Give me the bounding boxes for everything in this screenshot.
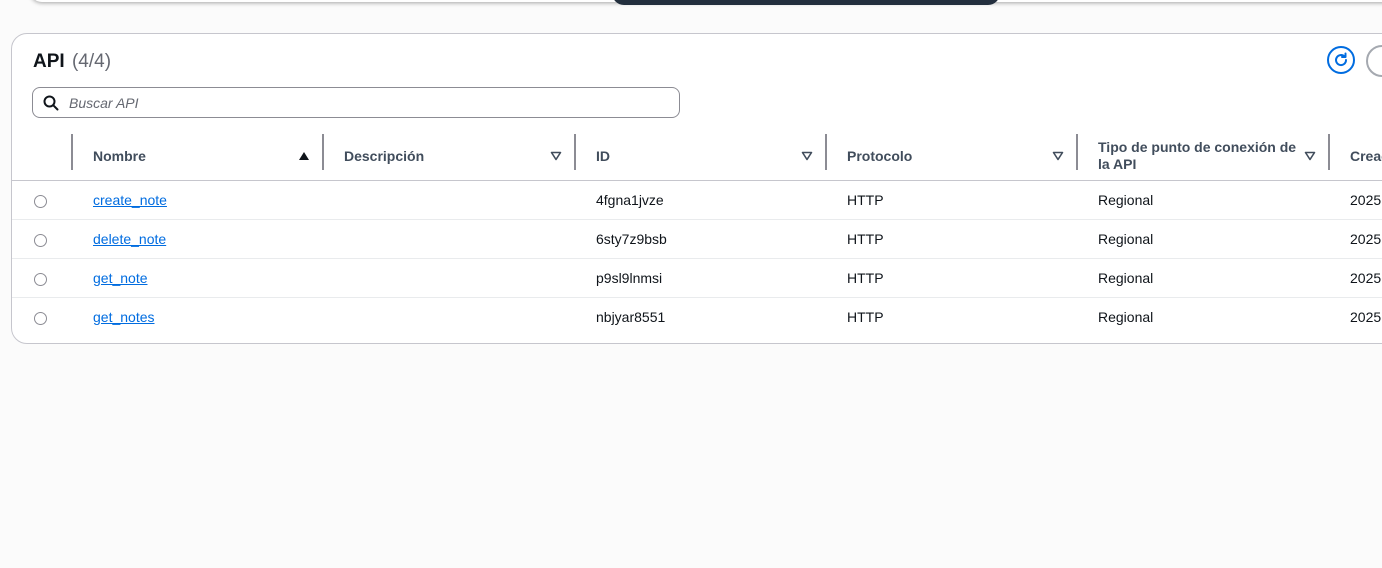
cell-endpoint-type: Regional xyxy=(1078,219,1330,259)
sort-ascending-icon xyxy=(298,151,310,161)
search-input[interactable] xyxy=(69,94,649,111)
cell-description xyxy=(324,219,576,259)
column-header-label: Protocolo xyxy=(847,147,913,164)
table-row[interactable]: create_note 4fgna1jvze HTTP Regional 202… xyxy=(12,180,1382,220)
cell-protocol: HTTP xyxy=(827,180,1078,220)
row-radio[interactable] xyxy=(34,194,47,208)
api-link[interactable]: get_note xyxy=(93,270,148,286)
cell-created: 2025 xyxy=(1330,180,1382,220)
column-header-tipo-punto-conexion[interactable]: Tipo de punto de conexión de la API xyxy=(1078,132,1330,181)
cell-endpoint-type: Regional xyxy=(1098,309,1154,325)
cell-id: 4fgna1jvze xyxy=(576,180,827,220)
sort-icon xyxy=(1052,151,1064,161)
table-row[interactable]: delete_note 6sty7z9bsb HTTP Regional 202… xyxy=(12,219,1382,259)
cell-description xyxy=(324,258,576,298)
sort-icon xyxy=(1304,151,1316,161)
search-icon xyxy=(33,95,69,111)
cell-description xyxy=(324,298,576,337)
row-radio[interactable] xyxy=(34,233,47,247)
action-button[interactable] xyxy=(1366,45,1382,77)
table-row[interactable]: get_note p9sl9lnmsi HTTP Regional 2025 xyxy=(12,258,1382,298)
refresh-button[interactable] xyxy=(1327,46,1355,74)
api-link[interactable]: delete_note xyxy=(93,231,166,247)
sort-icon xyxy=(550,151,562,161)
page-title: API (4/4) xyxy=(33,51,111,73)
cell-description xyxy=(324,180,576,220)
api-table: Nombre Descripción ID Protocolo Tipo de … xyxy=(12,132,1382,336)
api-link[interactable]: create_note xyxy=(93,192,167,208)
api-count: (4/4) xyxy=(71,51,112,72)
column-header-nombre[interactable]: Nombre xyxy=(73,132,324,181)
cell-protocol: HTTP xyxy=(847,309,884,325)
table-header-row: Nombre Descripción ID Protocolo Tipo de … xyxy=(12,132,1382,181)
cell-name: get_note xyxy=(73,258,324,298)
refresh-icon xyxy=(1335,52,1348,67)
column-header-label: Nombre xyxy=(93,147,146,164)
cell-created: 2025 xyxy=(1330,258,1382,298)
top-notification-bar xyxy=(612,0,1000,5)
search-field[interactable] xyxy=(32,87,680,118)
cell-id: p9sl9lnmsi xyxy=(576,258,827,298)
cell-created: 2025 xyxy=(1330,219,1382,259)
panel-title-text: API xyxy=(33,51,65,72)
cell-id: nbjyar8551 xyxy=(596,309,666,325)
cell-created: 2025 xyxy=(1350,309,1382,325)
cell-endpoint-type: Regional xyxy=(1078,258,1330,298)
cell-protocol: HTTP xyxy=(827,258,1078,298)
column-header-protocolo[interactable]: Protocolo xyxy=(827,132,1078,181)
cell-endpoint-type: Regional xyxy=(1078,180,1330,220)
table-row[interactable]: get_notes nbjyar8551 HTTP Regional 2025 xyxy=(12,298,1382,337)
row-select-cell[interactable] xyxy=(12,219,73,259)
row-radio[interactable] xyxy=(34,311,47,325)
sort-icon xyxy=(801,151,813,161)
row-select-cell[interactable] xyxy=(12,298,73,337)
cell-name: get_notes xyxy=(73,298,324,337)
column-header-descripcion[interactable]: Descripción xyxy=(324,132,576,181)
row-select-cell[interactable] xyxy=(12,180,73,220)
row-radio[interactable] xyxy=(34,272,47,286)
column-header-label: ID xyxy=(596,147,610,164)
api-link[interactable]: get_notes xyxy=(93,309,155,325)
cell-name: delete_note xyxy=(73,219,324,259)
column-header-id[interactable]: ID xyxy=(576,132,827,181)
column-header-label: Descripción xyxy=(344,147,425,164)
row-select-cell[interactable] xyxy=(12,258,73,298)
cell-id: 6sty7z9bsb xyxy=(576,219,827,259)
column-header-creacion[interactable]: Creac xyxy=(1330,132,1382,181)
column-header-label: Creac xyxy=(1350,147,1382,164)
api-panel: API (4/4) Buscar API Nombre Descripción … xyxy=(11,33,1382,344)
cell-name: create_note xyxy=(73,180,324,220)
cell-protocol: HTTP xyxy=(827,219,1078,259)
select-column-header xyxy=(12,132,73,181)
column-header-label: Tipo de punto de conexión de la API xyxy=(1098,139,1297,172)
